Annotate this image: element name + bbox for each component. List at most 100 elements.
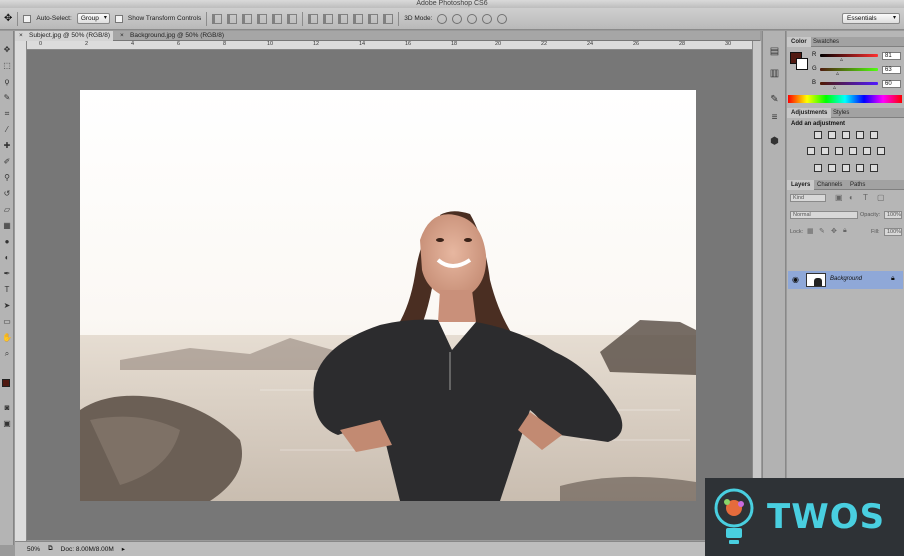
visibility-eye-icon[interactable]: ◉	[792, 275, 799, 284]
lock-pixels-icon[interactable]: ✎	[819, 227, 825, 235]
photo-filter-icon[interactable]	[849, 147, 857, 155]
opacity-field[interactable]: 100%	[884, 211, 902, 219]
red-value-field[interactable]: 81	[882, 52, 901, 60]
zoom-tool-icon[interactable]: ⌕	[2, 349, 12, 359]
distribute-right-icon[interactable]	[383, 13, 394, 24]
move-tool-icon[interactable]: ✥	[2, 45, 12, 55]
lock-position-icon[interactable]: ✥	[831, 227, 837, 235]
align-hcenter-icon[interactable]	[272, 13, 283, 24]
color-spectrum-ramp[interactable]	[788, 95, 902, 103]
vibrance-icon[interactable]	[870, 131, 878, 139]
blur-tool-icon[interactable]: ●	[2, 237, 12, 247]
filter-type-icon[interactable]: T	[863, 193, 868, 202]
3d-rotate-icon[interactable]	[437, 13, 448, 24]
exposure-icon[interactable]	[856, 131, 864, 139]
document-image[interactable]	[80, 90, 696, 501]
shape-tool-icon[interactable]: ▭	[2, 317, 12, 327]
tab-subject[interactable]: × Subject.jpg @ 50% (RGB/8)	[15, 31, 113, 41]
align-vcenter-icon[interactable]	[227, 13, 238, 24]
fill-field[interactable]: 100%	[884, 228, 902, 236]
selective-color-icon[interactable]	[870, 164, 878, 172]
invert-icon[interactable]	[814, 164, 822, 172]
slider-thumb-icon[interactable]: ▵	[836, 70, 839, 77]
3d-scale-icon[interactable]	[497, 13, 508, 24]
blend-mode-select[interactable]: Normal	[790, 211, 858, 219]
green-value-field[interactable]: 63	[882, 66, 901, 74]
threshold-icon[interactable]	[842, 164, 850, 172]
layer-row[interactable]: ◉ Background 🔒︎	[788, 271, 903, 289]
foreground-color-swatch[interactable]	[2, 379, 10, 387]
align-bottom-icon[interactable]	[242, 13, 253, 24]
eraser-tool-icon[interactable]: ▱	[2, 205, 12, 215]
quick-select-tool-icon[interactable]: ✎	[2, 93, 12, 103]
auto-select-checkbox[interactable]	[23, 14, 32, 23]
distribute-left-icon[interactable]	[353, 13, 364, 24]
gradient-map-icon[interactable]	[856, 164, 864, 172]
crop-tool-icon[interactable]: ⌗	[2, 109, 12, 119]
lock-all-icon[interactable]: 🔒︎	[843, 227, 847, 235]
3d-panel-icon[interactable]: ⬢	[768, 135, 781, 148]
blue-value-field[interactable]: 60	[882, 80, 901, 88]
eyedropper-tool-icon[interactable]: ⁄	[2, 125, 12, 135]
blue-slider[interactable]	[820, 82, 878, 85]
red-slider[interactable]	[820, 54, 878, 57]
tab-layers[interactable]: Layers	[787, 180, 815, 190]
paragraph-panel-icon[interactable]: ≡	[768, 111, 781, 124]
hue-saturation-icon[interactable]	[807, 147, 815, 155]
slider-thumb-icon[interactable]: ▵	[840, 56, 843, 63]
tab-color[interactable]: Color	[787, 37, 811, 47]
lasso-tool-icon[interactable]: ϙ	[2, 77, 12, 87]
filter-pixel-icon[interactable]: ▣	[835, 193, 843, 202]
color-lookup-icon[interactable]	[877, 147, 885, 155]
align-right-icon[interactable]	[287, 13, 298, 24]
healing-brush-tool-icon[interactable]: ✚	[2, 141, 12, 151]
close-icon[interactable]: ×	[120, 31, 124, 41]
3d-roll-icon[interactable]	[452, 13, 463, 24]
tab-background[interactable]: × Background.jpg @ 50% (RGB/8)	[116, 31, 228, 41]
3d-drag-icon[interactable]	[467, 13, 478, 24]
gradient-tool-icon[interactable]: ▦	[2, 221, 12, 231]
tab-paths[interactable]: Paths	[846, 180, 869, 190]
distribute-bottom-icon[interactable]	[338, 13, 349, 24]
type-tool-icon[interactable]: T	[2, 285, 12, 295]
posterize-icon[interactable]	[828, 164, 836, 172]
brush-tool-icon[interactable]: ✐	[2, 157, 12, 167]
tab-channels[interactable]: Channels	[813, 180, 846, 190]
align-top-icon[interactable]	[212, 13, 223, 24]
slider-thumb-icon[interactable]: ▵	[833, 84, 836, 91]
black-white-icon[interactable]	[835, 147, 843, 155]
close-icon[interactable]: ×	[19, 31, 23, 41]
tab-styles[interactable]: Styles	[829, 108, 853, 118]
channel-mixer-icon[interactable]	[863, 147, 871, 155]
marquee-tool-icon[interactable]: ⬚	[2, 61, 12, 71]
hand-tool-icon[interactable]: ✋	[2, 333, 12, 343]
share-icon[interactable]: ⧉	[48, 545, 53, 553]
screen-mode-icon[interactable]: ▣	[2, 419, 12, 429]
filter-adjustment-icon[interactable]: ◐	[849, 193, 854, 202]
lock-transparent-icon[interactable]: ▦	[807, 227, 814, 235]
align-left-icon[interactable]	[257, 13, 268, 24]
color-balance-icon[interactable]	[821, 147, 829, 155]
layer-name[interactable]: Background	[830, 276, 862, 282]
history-panel-icon[interactable]: ▤	[768, 45, 781, 58]
brightness-contrast-icon[interactable]	[814, 131, 822, 139]
distribute-vcenter-icon[interactable]	[323, 13, 334, 24]
filter-shape-icon[interactable]: ▢	[877, 193, 885, 202]
move-tool-icon[interactable]: ✥	[4, 13, 12, 24]
status-menu-arrow-icon[interactable]: ▸	[122, 545, 125, 553]
auto-select-dropdown[interactable]: Group	[76, 13, 110, 24]
curves-icon[interactable]	[842, 131, 850, 139]
zoom-level[interactable]: 50%	[27, 546, 40, 553]
properties-panel-icon[interactable]: ▥	[768, 67, 781, 80]
green-slider[interactable]	[820, 68, 878, 71]
layer-filter-kind[interactable]: Kind	[790, 194, 826, 202]
levels-icon[interactable]	[828, 131, 836, 139]
distribute-hcenter-icon[interactable]	[368, 13, 379, 24]
tab-swatches[interactable]: Swatches	[809, 37, 843, 47]
tab-adjustments[interactable]: Adjustments	[787, 108, 832, 118]
history-brush-tool-icon[interactable]: ↺	[2, 189, 12, 199]
dodge-tool-icon[interactable]: ◐	[2, 253, 12, 263]
show-transform-checkbox[interactable]	[114, 14, 123, 23]
3d-slide-icon[interactable]	[482, 13, 493, 24]
brush-panel-icon[interactable]: ✎	[768, 93, 781, 106]
